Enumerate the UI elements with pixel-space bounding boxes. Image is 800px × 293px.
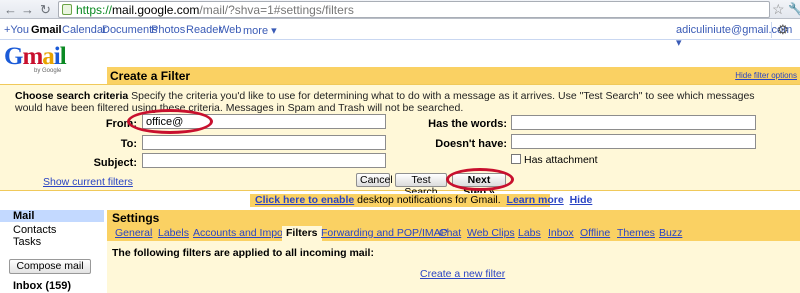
highlight-circle [446,168,514,191]
sidebar-item-tasks[interactable]: Tasks [13,236,41,248]
filter-description: Choose search criteria Specify the crite… [15,90,755,114]
sidebar-item-contacts[interactable]: Contacts [13,224,56,236]
tab-forwarding[interactable]: Forwarding and POP/IMAP [321,227,448,239]
url-text: https://mail.google.com/mail/?shva=1#set… [76,3,354,17]
gmail-logo[interactable]: Gmail by Google [4,44,67,76]
settings-title: Settings [112,211,160,225]
tab-buzz[interactable]: Buzz [659,227,682,239]
sidebar-item-inbox[interactable]: Inbox (159) [13,280,71,292]
subject-field[interactable] [142,153,386,168]
address-bar[interactable]: https://mail.google.com/mail/?shva=1#set… [58,1,770,18]
google-bar: +You Gmail Calendar Documents Photos Rea… [0,20,800,49]
hide-notification-link[interactable]: Hide [570,194,593,206]
create-filter-title: Create a Filter [110,69,191,83]
create-filter-panel: Choose search criteria Specify the crite… [0,84,800,198]
highlight-circle [127,109,213,134]
gbar-photos[interactable]: Photos [151,24,185,36]
lock-icon [62,4,72,15]
gbar-plus-you[interactable]: +You [4,24,29,36]
tab-inbox[interactable]: Inbox [548,227,574,239]
to-field[interactable] [142,135,386,150]
wrench-icon[interactable]: 🔧 [788,2,800,16]
tab-general[interactable]: General [115,227,152,239]
cancel-button[interactable]: Cancel [356,173,393,187]
settings-tabs: General Labels Accounts and Import Filte… [107,225,800,241]
compose-mail-button[interactable]: Compose mail [9,259,91,274]
gbar-documents[interactable]: Documents [102,24,158,36]
tab-labels[interactable]: Labels [158,227,189,239]
gbar-reader[interactable]: Reader [186,24,222,36]
gbar-more[interactable]: more ▾ [243,24,277,37]
gbar-calendar[interactable]: Calendar [62,24,107,36]
tab-web-clips[interactable]: Web Clips [467,227,515,239]
divider [771,22,772,38]
gear-icon[interactable]: ⚙ [777,22,789,38]
subject-label: Subject: [93,157,137,169]
sidebar-item-mail[interactable]: Mail [0,210,104,222]
notification-message: Click here to enable desktop notificatio… [250,194,592,207]
enable-notifications-link[interactable]: Click here to enable [255,194,354,206]
test-search-button[interactable]: Test Search [395,173,447,198]
tab-filters[interactable]: Filters [282,226,322,241]
gbar-web[interactable]: Web [219,24,241,36]
has-attachment-checkbox[interactable] [511,154,521,164]
tab-labs[interactable]: Labs [518,227,541,239]
settings-header: Settings [107,210,800,225]
settings-content: The following filters are applied to all… [107,241,800,293]
tab-accounts-and-import[interactable]: Accounts and Import [193,227,289,239]
browser-toolbar: ← → ↻ https://mail.google.com/mail/?shva… [0,0,800,19]
learn-more-link[interactable]: Learn more [507,194,564,206]
has-attachment-label: Has attachment [524,154,598,166]
doesnt-have-field[interactable] [511,134,756,149]
hide-filter-options-link[interactable]: Hide filter options [735,71,797,80]
bookmark-star-icon[interactable]: ☆ [772,1,785,18]
has-words-field[interactable] [511,115,756,130]
tab-themes[interactable]: Themes [617,227,655,239]
filter-buttons: Cancel Test Search Next Step » [0,173,800,198]
back-arrow-icon[interactable]: ← [3,2,18,17]
create-filter-header: Create a Filter Hide filter options [107,67,800,84]
create-new-filter-link[interactable]: Create a new filter [420,268,505,280]
notification-bar: Click here to enable desktop notificatio… [0,193,800,208]
reload-icon[interactable]: ↻ [38,2,53,17]
doesnt-have-label: Doesn't have: [435,138,507,150]
filters-message: The following filters are applied to all… [112,247,374,259]
tab-offline[interactable]: Offline [580,227,610,239]
gbar-gmail: Gmail [31,24,62,36]
forward-arrow-icon[interactable]: → [20,2,35,17]
has-words-label: Has the words: [428,118,507,130]
tab-chat[interactable]: Chat [439,227,461,239]
to-label: To: [120,138,137,150]
